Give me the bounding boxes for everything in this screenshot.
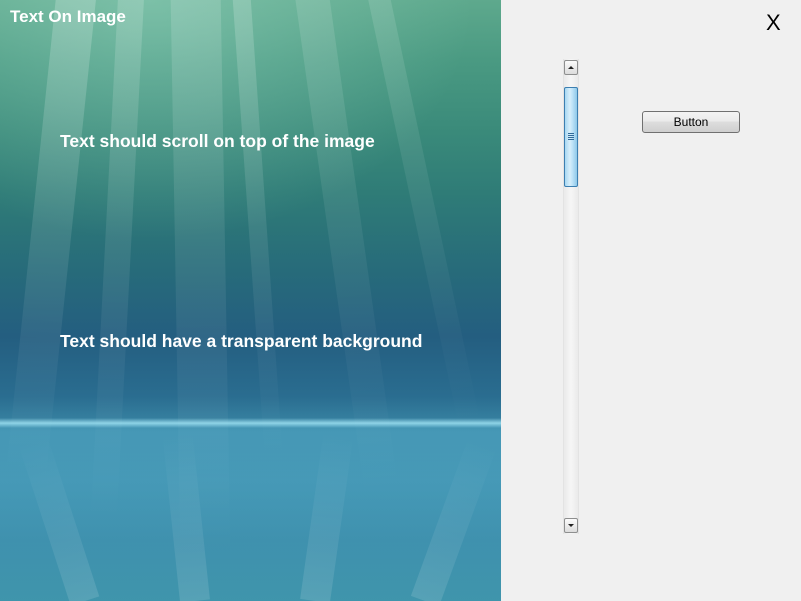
button[interactable]: Button [642, 111, 740, 133]
scroll-up-button[interactable] [564, 60, 578, 75]
floor-ray [410, 436, 498, 601]
floor-ray [18, 434, 100, 601]
image-floor [0, 423, 501, 601]
floor-ray [162, 430, 210, 601]
background-image-panel: Text On Image Text should scroll on top … [0, 0, 501, 601]
scroll-thumb[interactable] [564, 87, 578, 187]
chevron-down-icon [568, 524, 574, 527]
chevron-up-icon [568, 66, 574, 69]
app-window: Text On Image Text should scroll on top … [0, 0, 801, 601]
vertical-scrollbar[interactable] [563, 59, 579, 534]
image-horizon [0, 418, 501, 428]
close-button[interactable]: X [766, 11, 781, 35]
overlay-text-transparent: Text should have a transparent backgroun… [60, 331, 423, 351]
overlay-text-scroll: Text should scroll on top of the image [60, 131, 375, 151]
floor-ray [300, 430, 354, 601]
scroll-down-button[interactable] [564, 518, 578, 533]
grip-icon [568, 133, 574, 141]
image-title: Text On Image [10, 7, 126, 26]
